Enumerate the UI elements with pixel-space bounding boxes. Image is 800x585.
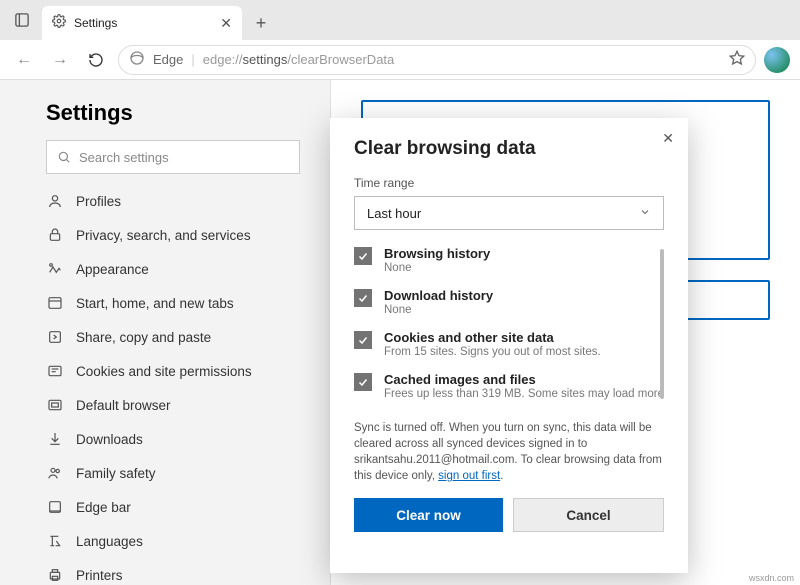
sidebar-item[interactable]: Cookies and site permissions <box>46 354 300 388</box>
check-title: Download history <box>384 288 493 303</box>
cancel-button[interactable]: Cancel <box>513 498 664 532</box>
sidebar-item-icon <box>46 363 64 379</box>
sidebar-item[interactable]: Default browser <box>46 388 300 422</box>
window-titlebar: Settings ✕ + <box>0 0 800 40</box>
clear-now-button[interactable]: Clear now <box>354 498 503 532</box>
sidebar-item-label: Family safety <box>76 466 156 481</box>
sidebar-item-label: Downloads <box>76 432 143 447</box>
check-title: Cookies and other site data <box>384 330 601 345</box>
sidebar-item-icon <box>46 193 64 209</box>
sidebar-item[interactable]: Profiles <box>46 184 300 218</box>
favorite-icon[interactable] <box>729 50 745 69</box>
sidebar-item[interactable]: Appearance <box>46 252 300 286</box>
forward-button: → <box>46 46 74 74</box>
sidebar-item-label: Edge bar <box>76 500 131 515</box>
checkbox[interactable] <box>354 247 372 265</box>
sidebar-item-label: Default browser <box>76 398 171 413</box>
dialog-scrollbar[interactable] <box>660 249 664 399</box>
check-subtitle: None <box>384 304 493 316</box>
checkbox[interactable] <box>354 373 372 391</box>
sidebar-item-label: Privacy, search, and services <box>76 228 251 243</box>
watermark: wsxdn.com <box>749 573 794 583</box>
clear-browsing-data-dialog: ✕ Clear browsing data Time range Last ho… <box>330 118 688 573</box>
sidebar-item-icon <box>46 261 64 277</box>
data-type-row: Cached images and filesFrees up less tha… <box>354 372 664 400</box>
data-type-row: Download historyNone <box>354 288 664 316</box>
time-range-value: Last hour <box>367 206 421 221</box>
sidebar-item[interactable]: Share, copy and paste <box>46 320 300 354</box>
url-path: /clearBrowserData <box>287 52 394 67</box>
address-bar[interactable]: Edge | edge://settings/clearBrowserData <box>118 45 756 75</box>
data-type-list: Browsing historyNoneDownload historyNone… <box>354 246 664 414</box>
chevron-down-icon <box>639 206 651 221</box>
url-scheme: edge:// <box>203 52 243 67</box>
browser-tab[interactable]: Settings ✕ <box>42 6 242 40</box>
time-range-select[interactable]: Last hour <box>354 196 664 230</box>
settings-sidebar: Settings Search settings Profiles Privacy… <box>0 80 330 585</box>
checkbox[interactable] <box>354 331 372 349</box>
close-dialog-button[interactable]: ✕ <box>662 130 674 147</box>
tab-title: Settings <box>74 16 212 30</box>
back-button: ← <box>10 46 38 74</box>
sidebar-item[interactable]: Start, home, and new tabs <box>46 286 300 320</box>
sidebar-item-label: Appearance <box>76 262 149 277</box>
search-icon <box>57 150 71 164</box>
dialog-title: Clear browsing data <box>354 138 664 160</box>
data-type-row: Browsing historyNone <box>354 246 664 274</box>
sidebar-item[interactable]: Edge bar <box>46 490 300 524</box>
sidebar-item-label: Cookies and site permissions <box>76 364 252 379</box>
time-range-label: Time range <box>354 176 664 190</box>
new-tab-button[interactable]: + <box>246 8 276 38</box>
page-title: Settings <box>46 100 300 126</box>
address-product: Edge <box>153 52 183 67</box>
address-divider: | <box>191 52 194 67</box>
sidebar-item-icon <box>46 567 64 583</box>
sidebar-item-label: Printers <box>76 568 123 583</box>
check-subtitle: From 15 sites. Signs you out of most sit… <box>384 346 601 358</box>
check-subtitle: None <box>384 262 490 274</box>
sidebar-item-icon <box>46 499 64 515</box>
check-subtitle: Frees up less than 319 MB. Some sites ma… <box>384 388 664 400</box>
sidebar-item[interactable]: Languages <box>46 524 300 558</box>
sidebar-item-icon <box>46 329 64 345</box>
gear-icon <box>52 14 66 33</box>
data-type-row: Cookies and other site dataFrom 15 sites… <box>354 330 664 358</box>
sync-note: Sync is turned off. When you turn on syn… <box>354 420 664 484</box>
edge-logo-icon <box>129 50 145 69</box>
check-title: Cached images and files <box>384 372 664 387</box>
sidebar-item[interactable]: Privacy, search, and services <box>46 218 300 252</box>
sidebar-item-icon <box>46 465 64 481</box>
search-placeholder: Search settings <box>79 150 169 165</box>
sidebar-item-label: Languages <box>76 534 143 549</box>
sidebar-item-icon <box>46 227 64 243</box>
sidebar-item-icon <box>46 431 64 447</box>
check-title: Browsing history <box>384 246 490 261</box>
sidebar-item[interactable]: Family safety <box>46 456 300 490</box>
profile-avatar[interactable] <box>764 47 790 73</box>
sidebar-item-icon <box>46 295 64 311</box>
search-settings-input[interactable]: Search settings <box>46 140 300 174</box>
sidebar-item[interactable]: Downloads <box>46 422 300 456</box>
browser-toolbar: ← → Edge | edge://settings/clearBrowserD… <box>0 40 800 80</box>
sidebar-item-label: Start, home, and new tabs <box>76 296 234 311</box>
sidebar-item-label: Profiles <box>76 194 121 209</box>
url-host: settings <box>243 52 288 67</box>
sidebar-item-label: Share, copy and paste <box>76 330 211 345</box>
tab-actions-icon[interactable] <box>8 6 36 34</box>
refresh-button[interactable] <box>82 46 110 74</box>
sidebar-item-icon <box>46 397 64 413</box>
sign-out-first-link[interactable]: sign out first <box>438 470 500 482</box>
sidebar-item-icon <box>46 533 64 549</box>
checkbox[interactable] <box>354 289 372 307</box>
sidebar-item[interactable]: Printers <box>46 558 300 585</box>
close-tab-icon[interactable]: ✕ <box>220 15 232 32</box>
